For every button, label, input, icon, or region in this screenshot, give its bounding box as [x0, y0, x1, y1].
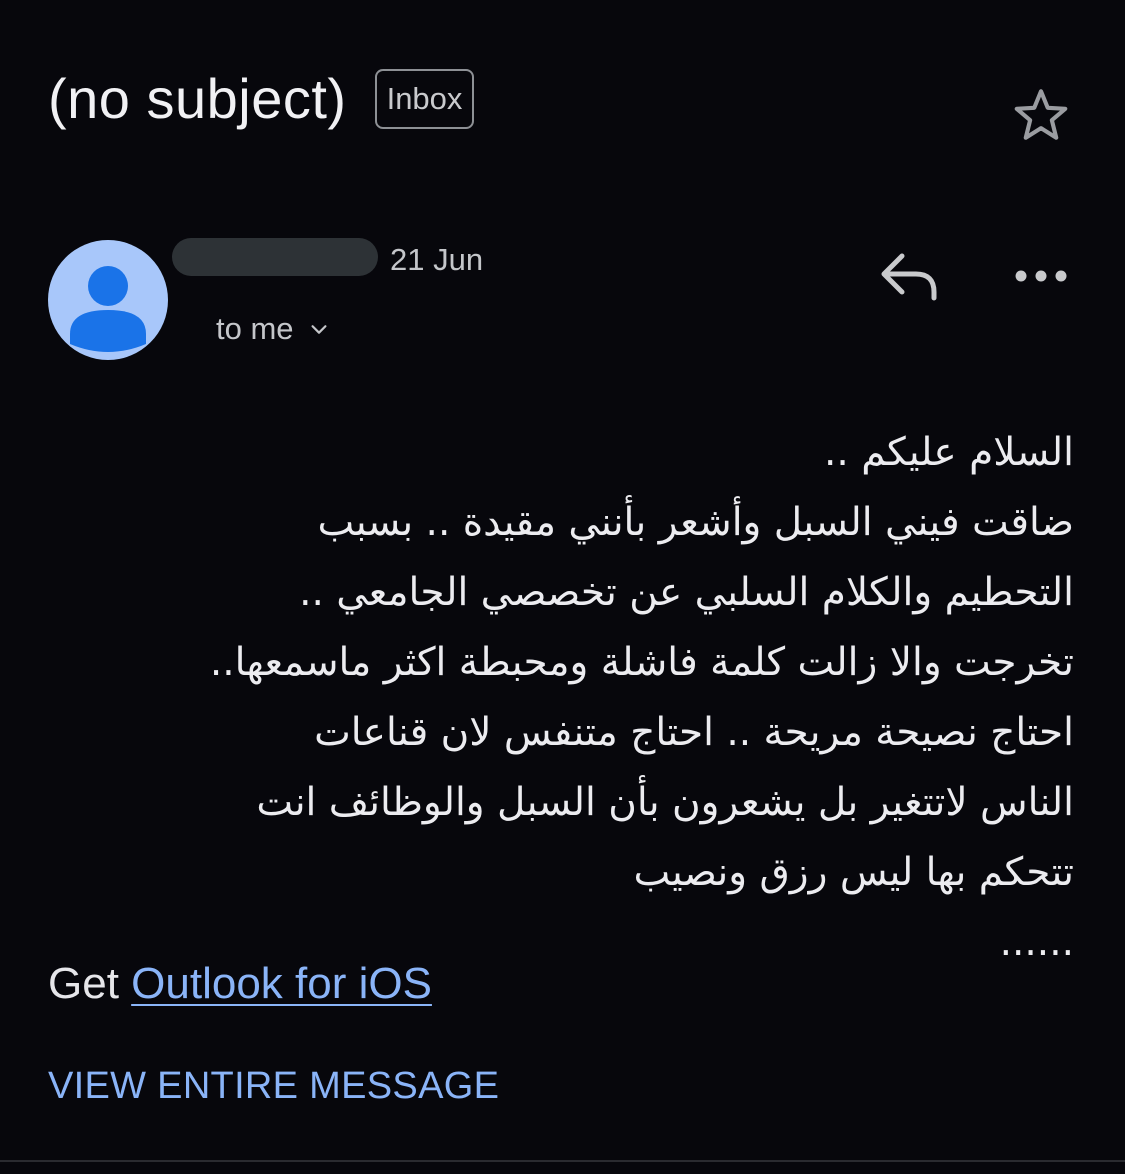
body-line: التحطيم والكلام السلبي عن تخصصي الجامعي … — [299, 570, 1074, 615]
outlook-ios-link[interactable]: Outlook for iOS — [131, 959, 432, 1008]
message-body: السلام عليكم .. ضاقت فيني السبل وأشعر بأ… — [48, 418, 1074, 978]
body-line: تخرجت والا زالت كلمة فاشلة ومحبطة اكثر م… — [209, 640, 1074, 685]
email-subject: (no subject) — [48, 67, 347, 130]
inbox-label-chip[interactable]: Inbox — [374, 69, 475, 129]
signature-prefix: Get — [48, 959, 119, 1008]
chevron-down-icon — [311, 325, 327, 334]
recipients-label: to me — [216, 311, 294, 346]
sender-avatar[interactable] — [48, 240, 168, 360]
more-options-icon[interactable] — [1012, 258, 1070, 294]
view-entire-message-button[interactable]: VIEW ENTIRE MESSAGE — [48, 1062, 499, 1110]
email-signature: Get Outlook for iOS — [48, 956, 432, 1012]
person-avatar-icon — [70, 266, 146, 352]
body-line: تتحكم بها ليس رزق ونصيب — [633, 850, 1074, 895]
body-line: ضاقت فيني السبل وأشعر بأنني مقيدة .. بسب… — [317, 500, 1074, 545]
body-line: احتاج نصيحة مريحة .. احتاج متنفس لان قنا… — [314, 710, 1074, 755]
body-line: الناس لاتتغير بل يشعرون بأن السبل والوظا… — [256, 780, 1074, 825]
reply-icon[interactable] — [876, 248, 942, 304]
sender-name-redacted[interactable] — [172, 238, 378, 276]
bottom-divider — [0, 1160, 1125, 1162]
body-line: السلام عليكم .. — [824, 430, 1074, 475]
subject-row: (no subject) Inbox — [48, 66, 475, 132]
message-date: 21 Jun — [390, 242, 484, 277]
star-icon[interactable] — [1010, 84, 1072, 146]
recipients-toggle[interactable]: to me — [216, 308, 330, 350]
